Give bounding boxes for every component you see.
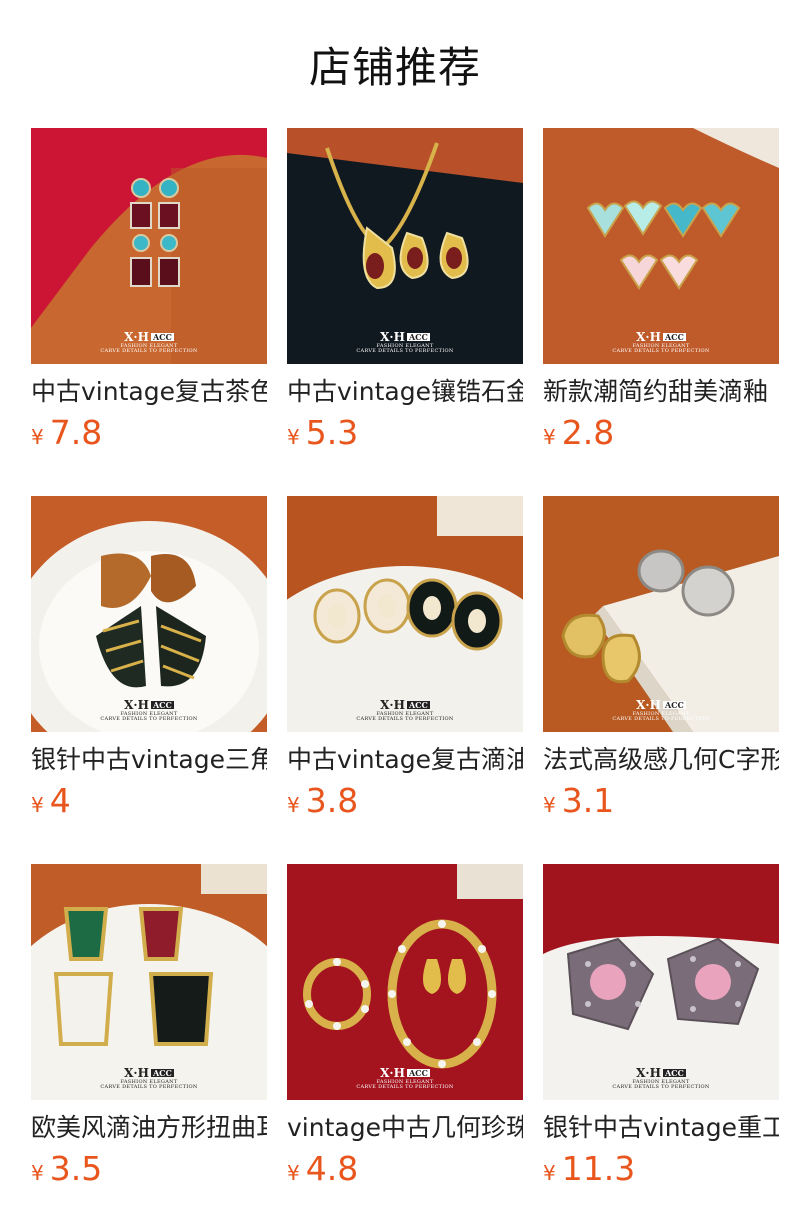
currency-symbol: ¥	[287, 1161, 300, 1185]
product-name[interactable]: 中古vintage复古茶色	[31, 376, 267, 408]
section-title: 店铺推荐	[308, 43, 481, 92]
product-card[interactable]: X·H ACC FASHION ELEGANT CARVE DETAILS TO …	[31, 128, 267, 458]
product-card[interactable]: X·H ACC FASHION ELEGANT CARVE DETAILS TO …	[287, 496, 523, 826]
product-name[interactable]: 新款潮简约甜美滴釉	[543, 376, 779, 408]
watermark: X·H ACC FASHION ELEGANT CARVE DETAILS TO …	[356, 1065, 454, 1090]
currency-symbol: ¥	[31, 793, 44, 817]
product-card[interactable]: X·H ACC FASHION ELEGANT CARVE DETAILS TO …	[31, 496, 267, 826]
product-price: ¥5.3	[287, 413, 359, 452]
product-price: ¥4.8	[287, 1149, 359, 1188]
product-name[interactable]: vintage中古几何珍珠	[287, 1112, 523, 1144]
product-image[interactable]: X·H ACC FASHION ELEGANT CARVE DETAILS TO …	[543, 496, 779, 732]
product-price: ¥3.1	[543, 781, 615, 820]
product-name[interactable]: 银针中古vintage三角	[31, 744, 267, 776]
product-image[interactable]: X·H ACC FASHION ELEGANT CARVE DETAILS TO …	[31, 864, 267, 1100]
currency-symbol: ¥	[287, 793, 300, 817]
currency-symbol: ¥	[543, 425, 556, 449]
currency-symbol: ¥	[543, 1161, 556, 1185]
watermark: X·H ACC FASHION ELEGANT CARVE DETAILS TO …	[100, 329, 198, 354]
watermark: X·H ACC FASHION ELEGANT CARVE DETAILS TO …	[356, 697, 454, 722]
product-card[interactable]: X·H ACC FASHION ELEGANT CARVE DETAILS TO …	[31, 864, 267, 1194]
currency-symbol: ¥	[31, 1161, 44, 1185]
product-price: ¥2.8	[543, 413, 615, 452]
product-card[interactable]: X·H ACC FASHION ELEGANT CARVE DETAILS TO …	[543, 128, 779, 458]
product-price: ¥3.5	[31, 1149, 103, 1188]
watermark: X·H ACC FASHION ELEGANT CARVE DETAILS TO …	[100, 1065, 198, 1090]
watermark: X·H ACC FASHION ELEGANT CARVE DETAILS TO …	[356, 329, 454, 354]
product-image[interactable]: X·H ACC FASHION ELEGANT CARVE DETAILS TO …	[287, 128, 523, 364]
product-name[interactable]: 银针中古vintage重工	[543, 1112, 779, 1144]
product-image[interactable]: X·H ACC FASHION ELEGANT CARVE DETAILS TO …	[543, 864, 779, 1100]
watermark: X·H ACC FASHION ELEGANT CARVE DETAILS TO …	[100, 697, 198, 722]
product-price: ¥3.8	[287, 781, 359, 820]
product-price: ¥4	[31, 781, 71, 820]
product-image[interactable]: X·H ACC FASHION ELEGANT CARVE DETAILS TO …	[31, 496, 267, 732]
product-image[interactable]: X·H ACC FASHION ELEGANT CARVE DETAILS TO …	[31, 128, 267, 364]
product-image[interactable]: X·H ACC FASHION ELEGANT CARVE DETAILS TO …	[287, 496, 523, 732]
product-name[interactable]: 法式高级感几何C字形	[543, 744, 779, 776]
product-price: ¥7.8	[31, 413, 103, 452]
product-name[interactable]: 中古vintage复古滴油	[287, 744, 523, 776]
currency-symbol: ¥	[543, 793, 556, 817]
watermark: X·H ACC FASHION ELEGANT CARVE DETAILS TO …	[612, 697, 710, 722]
currency-symbol: ¥	[287, 425, 300, 449]
product-card[interactable]: X·H ACC FASHION ELEGANT CARVE DETAILS TO …	[543, 864, 779, 1194]
watermark: X·H ACC FASHION ELEGANT CARVE DETAILS TO …	[612, 329, 710, 354]
product-image[interactable]: X·H ACC FASHION ELEGANT CARVE DETAILS TO …	[543, 128, 779, 364]
product-image[interactable]: X·H ACC FASHION ELEGANT CARVE DETAILS TO …	[287, 864, 523, 1100]
product-name[interactable]: 欧美风滴油方形扭曲耳	[31, 1112, 267, 1144]
product-card[interactable]: X·H ACC FASHION ELEGANT CARVE DETAILS TO …	[287, 128, 523, 458]
currency-symbol: ¥	[31, 425, 44, 449]
product-card[interactable]: X·H ACC FASHION ELEGANT CARVE DETAILS TO …	[543, 496, 779, 826]
product-name[interactable]: 中古vintage镶锆石金	[287, 376, 523, 408]
product-price: ¥11.3	[543, 1149, 636, 1188]
watermark: X·H ACC FASHION ELEGANT CARVE DETAILS TO …	[612, 1065, 710, 1090]
product-card[interactable]: X·H ACC FASHION ELEGANT CARVE DETAILS TO …	[287, 864, 523, 1194]
